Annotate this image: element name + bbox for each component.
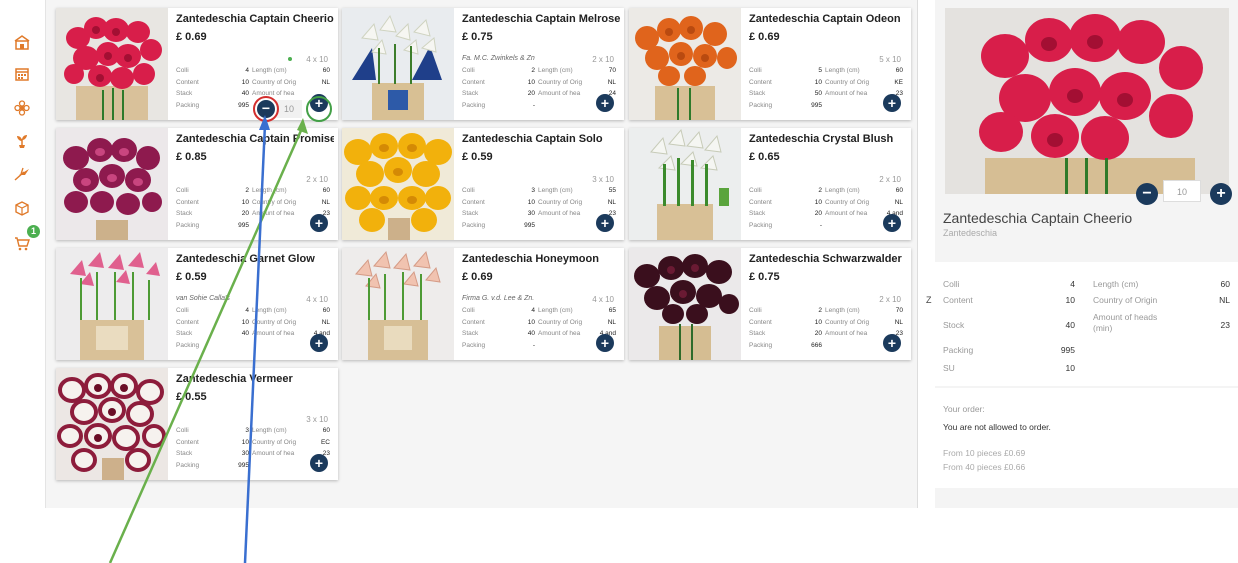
annotation-arrows — [108, 115, 308, 563]
blue-arrow-head — [259, 115, 270, 130]
app-page: 1 Zantedeschia Captain Cheerio £ 0.69 4 … — [0, 0, 1238, 563]
blue-arrow — [243, 123, 267, 563]
green-arrow — [108, 125, 305, 563]
green-arrow-head — [297, 118, 308, 134]
